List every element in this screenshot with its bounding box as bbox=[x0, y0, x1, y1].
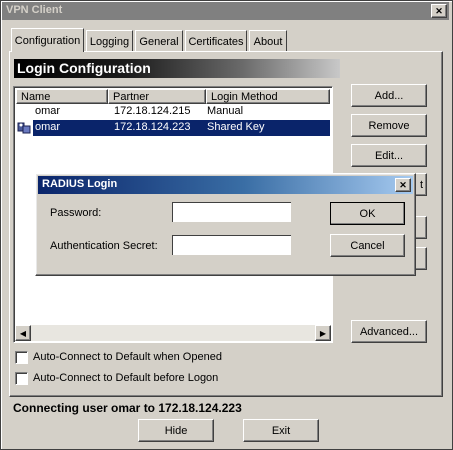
cell-name: omar bbox=[35, 121, 61, 133]
add-button[interactable]: Add... bbox=[351, 84, 427, 107]
radius-login-dialog: RADIUS Login ✕ Password: Authentication … bbox=[35, 173, 416, 276]
authentication-secret-label: Authentication Secret: bbox=[50, 240, 158, 252]
ok-button[interactable]: OK bbox=[330, 202, 405, 225]
cell-partner: 172.18.124.223 bbox=[114, 121, 191, 133]
button-label: Edit... bbox=[374, 149, 404, 162]
dialog-title-bar[interactable]: RADIUS Login ✕ bbox=[38, 176, 413, 194]
button-label: Advanced... bbox=[359, 325, 419, 338]
column-header-label: Name bbox=[21, 90, 51, 103]
auto-connect-logon-checkbox[interactable] bbox=[15, 372, 28, 385]
tab-logging[interactable]: Logging bbox=[86, 30, 133, 52]
button-label: t bbox=[419, 178, 423, 191]
tab-configuration[interactable]: Configuration bbox=[11, 28, 84, 52]
close-icon: ✕ bbox=[435, 5, 443, 16]
cell-name: omar bbox=[35, 105, 61, 117]
section-title: Login Configuration bbox=[14, 59, 340, 78]
scroll-right-button[interactable]: ▶ bbox=[315, 325, 331, 341]
tab-certificates[interactable]: Certificates bbox=[185, 30, 247, 52]
table-row[interactable]: omar 172.18.124.215 Manual bbox=[16, 104, 330, 120]
horizontal-scrollbar[interactable]: ◀ ▶ bbox=[15, 325, 331, 341]
auto-connect-logon-label: Auto-Connect to Default before Logon bbox=[33, 372, 219, 384]
column-header-name[interactable]: Name bbox=[16, 89, 108, 104]
scroll-left-button[interactable]: ◀ bbox=[15, 325, 31, 341]
title-bar[interactable]: VPN Client ✕ bbox=[2, 2, 449, 20]
column-header-label: Partner bbox=[113, 90, 150, 103]
dialog-close-button[interactable]: ✕ bbox=[395, 178, 411, 192]
password-field[interactable] bbox=[172, 202, 291, 222]
auto-connect-opened-label: Auto-Connect to Default when Opened bbox=[33, 351, 222, 363]
button-label: Add... bbox=[374, 89, 404, 102]
button-label: Exit bbox=[271, 424, 291, 437]
authentication-secret-field[interactable] bbox=[172, 235, 291, 255]
close-icon: ✕ bbox=[399, 179, 407, 190]
window-close-button[interactable]: ✕ bbox=[431, 4, 447, 18]
remove-button[interactable]: Remove bbox=[351, 114, 427, 137]
cell-login-method: Shared Key bbox=[207, 121, 265, 133]
hide-button[interactable]: Hide bbox=[138, 419, 214, 442]
exit-button[interactable]: Exit bbox=[243, 419, 319, 442]
button-label: Cancel bbox=[350, 239, 385, 252]
window-title: VPN Client bbox=[6, 4, 63, 16]
cell-login-method: Manual bbox=[207, 105, 244, 117]
tab-label: About bbox=[253, 35, 283, 48]
tab-label: Configuration bbox=[14, 34, 81, 47]
edit-button[interactable]: Edit... bbox=[351, 144, 427, 167]
button-label: Hide bbox=[164, 424, 188, 437]
status-text: Connecting user omar to 172.18.124.223 bbox=[13, 401, 242, 415]
password-label: Password: bbox=[50, 207, 102, 219]
tab-label: General bbox=[139, 35, 179, 48]
column-header-partner[interactable]: Partner bbox=[108, 89, 206, 104]
auto-connect-opened-checkbox[interactable] bbox=[15, 351, 28, 364]
cell-partner: 172.18.124.215 bbox=[114, 105, 191, 117]
tab-general[interactable]: General bbox=[135, 30, 183, 52]
tab-about[interactable]: About bbox=[249, 30, 287, 52]
column-header-login-method[interactable]: Login Method bbox=[206, 89, 330, 104]
dialog-title: RADIUS Login bbox=[42, 178, 118, 190]
column-header-label: Login Method bbox=[211, 90, 278, 103]
connection-icon bbox=[17, 121, 32, 135]
advanced-button[interactable]: Advanced... bbox=[351, 320, 427, 343]
button-label: Remove bbox=[368, 119, 410, 132]
tab-label: Certificates bbox=[188, 35, 244, 48]
button-label: OK bbox=[359, 207, 376, 220]
cancel-button[interactable]: Cancel bbox=[330, 234, 405, 257]
arrow-right-icon: ▶ bbox=[319, 328, 327, 338]
tab-label: Logging bbox=[89, 35, 130, 48]
table-row-selected[interactable]: omar 172.18.124.223 Shared Key bbox=[16, 120, 330, 136]
arrow-left-icon: ◀ bbox=[19, 328, 27, 338]
